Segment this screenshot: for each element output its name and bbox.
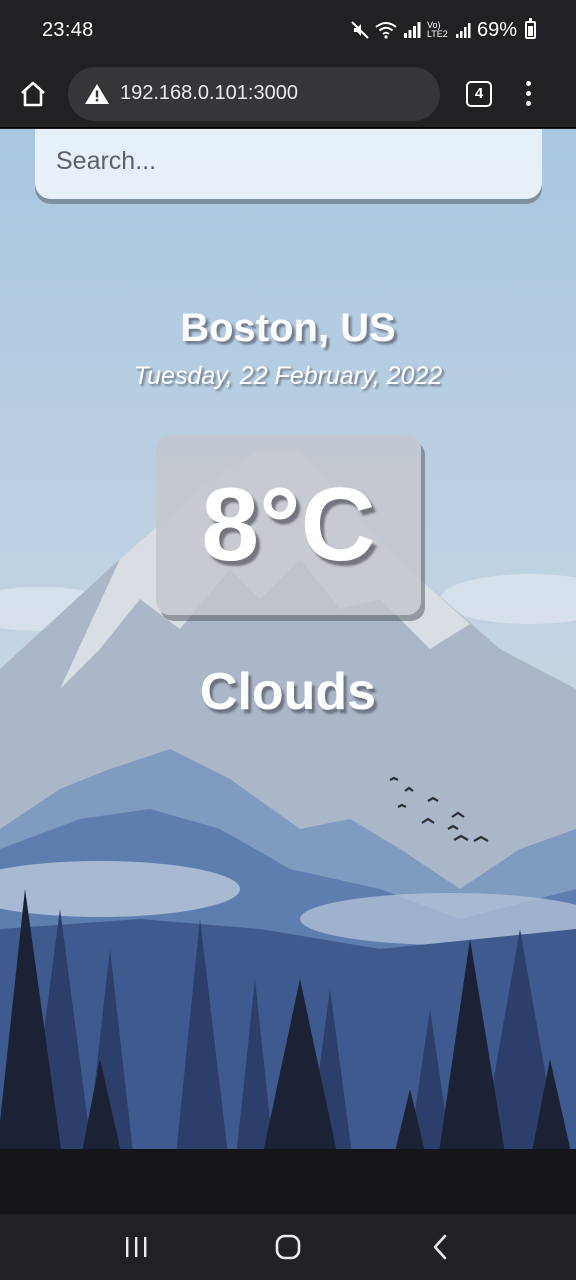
mute-icon (351, 21, 369, 39)
nav-home-button[interactable] (258, 1222, 318, 1272)
battery-icon (525, 18, 536, 39)
status-indicators: Vo) LTE2 69% (351, 18, 536, 42)
recent-apps-icon (126, 1237, 147, 1257)
address-bar[interactable]: 192.168.0.101:3000 (68, 66, 440, 121)
signal-icon-2 (455, 23, 471, 38)
tab-count: 4 (474, 85, 484, 102)
back-icon (433, 1234, 447, 1260)
browser-home-button[interactable] (10, 71, 56, 117)
search-input[interactable] (56, 146, 526, 176)
browser-toolbar: 192.168.0.101:3000 4 (0, 60, 576, 128)
wifi-icon (375, 22, 397, 39)
menu-dot (525, 91, 531, 96)
location-title: Boston, US (180, 306, 396, 350)
temperature-value: 8°C (201, 466, 376, 583)
date-text: Tuesday, 22 February, 2022 (133, 362, 443, 390)
home-icon (275, 1234, 301, 1260)
url-text: 192.168.0.101:3000 (120, 82, 298, 104)
menu-dot (525, 81, 531, 86)
back-button[interactable] (410, 1222, 470, 1272)
weather-condition: Clouds (199, 663, 377, 721)
menu-dot (525, 101, 531, 106)
temperature-card: 8°C (156, 435, 421, 615)
status-time: 23:48 (42, 18, 94, 41)
android-nav-bar (0, 1214, 576, 1280)
weather-page: Boston, US Tuesday, 22 February, 2022 8°… (0, 129, 576, 1214)
network-label: Vo) LTE2 (426, 20, 448, 39)
browser-menu-button[interactable] (516, 74, 540, 114)
status-icons: Vo) LTE2 (351, 21, 471, 39)
warning-icon (85, 83, 109, 104)
battery-percentage: 69% (476, 18, 517, 41)
search-bar[interactable] (35, 129, 542, 199)
status-bar: 23:48 Vo) LTE2 69% (0, 0, 576, 60)
home-icon (21, 81, 45, 106)
recent-apps-button[interactable] (106, 1222, 166, 1272)
tabs-button[interactable]: 4 (466, 80, 492, 107)
signal-icon (403, 22, 421, 38)
